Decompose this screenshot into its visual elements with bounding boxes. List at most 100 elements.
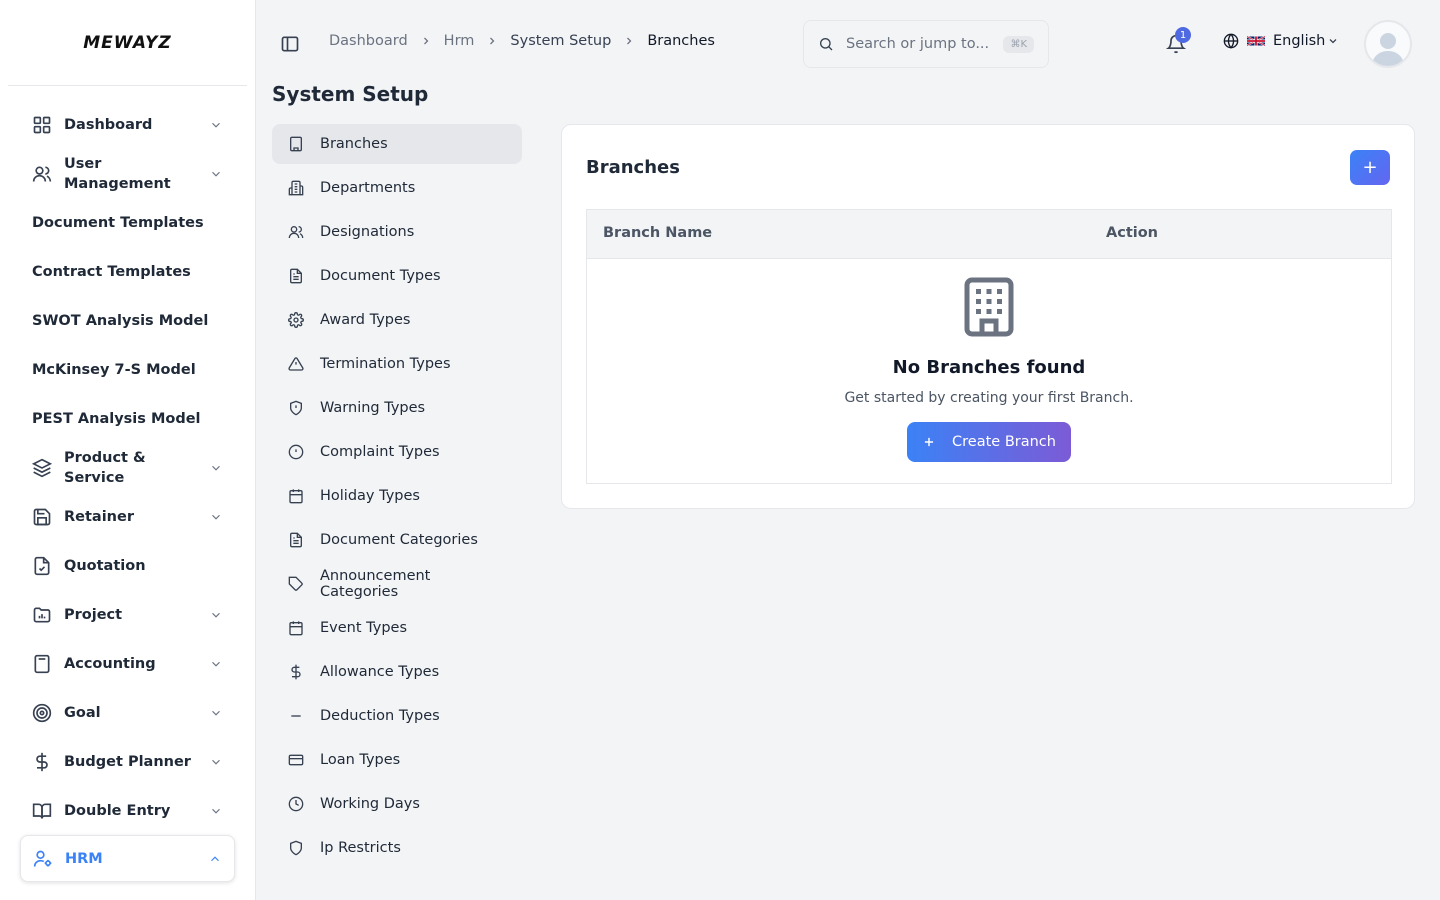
sidebar-item-document-templates[interactable]: Document Templates: [20, 198, 235, 247]
submenu-item-departments[interactable]: Departments: [272, 168, 522, 208]
submenu-item-branches[interactable]: Branches: [272, 124, 522, 164]
sidebar-item-quotation[interactable]: Quotation: [20, 541, 235, 590]
sidebar-nav: Dashboard User Management Document Templ…: [20, 100, 235, 882]
notifications-button[interactable]: 1: [1152, 20, 1200, 68]
submenu-label: Departments: [320, 180, 416, 196]
chevron-down-icon: [212, 465, 220, 471]
submenu-item-document-categories[interactable]: Document Categories: [272, 520, 522, 560]
building-icon: [587, 277, 1391, 337]
chevron-down-icon: [212, 710, 220, 716]
sidebar-toggle-icon[interactable]: [280, 34, 300, 54]
chevron-right-icon: [627, 37, 632, 45]
breadcrumb: Dashboard Hrm System Setup Branches: [329, 33, 715, 49]
chevron-right-icon: [490, 37, 495, 45]
sidebar-item-label: HRM: [65, 850, 103, 867]
sidebar-item-double-entry[interactable]: Double Entry: [20, 786, 235, 835]
submenu-item-termination-types[interactable]: Termination Types: [272, 344, 522, 384]
breadcrumb-dashboard[interactable]: Dashboard: [329, 33, 408, 49]
sidebar-item-user-management[interactable]: User Management: [20, 149, 235, 198]
sidebar-item-mckinsey[interactable]: McKinsey 7-S Model: [20, 345, 235, 394]
breadcrumb-system-setup[interactable]: System Setup: [510, 33, 611, 49]
submenu-item-complaint-types[interactable]: Complaint Types: [272, 432, 522, 472]
file-check-icon: [32, 556, 52, 576]
avatar[interactable]: [1364, 20, 1412, 68]
warning-triangle-icon: [288, 356, 304, 372]
submenu-label: Complaint Types: [320, 444, 440, 460]
shield-icon: [288, 840, 304, 856]
submenu-label: Designations: [320, 224, 415, 240]
add-branch-button[interactable]: +: [1350, 150, 1390, 185]
target-icon: [32, 703, 52, 723]
sidebar-item-dashboard[interactable]: Dashboard: [20, 100, 235, 149]
submenu-item-announcement-categories[interactable]: Announcement Categories: [272, 564, 522, 604]
search-icon: [820, 38, 833, 51]
sidebar-item-label: Quotation: [64, 557, 146, 574]
calculator-icon: [32, 654, 52, 674]
calendar-icon: [288, 620, 304, 636]
users-icon: [32, 164, 52, 184]
top-header: Dashboard Hrm System Setup Branches Sear…: [256, 0, 1440, 86]
sidebar-item-label: Retainer: [64, 508, 134, 525]
chevron-right-icon: [423, 37, 429, 45]
submenu-item-document-types[interactable]: Document Types: [272, 256, 522, 296]
submenu-label: Ip Restricts: [320, 840, 401, 856]
shield-alert-icon: [288, 400, 304, 416]
language-selector[interactable]: English: [1223, 33, 1339, 49]
sidebar-item-product-service[interactable]: Product & Service: [20, 443, 235, 492]
card-title: Branches: [586, 157, 680, 178]
submenu-item-ip-restricts[interactable]: Ip Restricts: [272, 828, 522, 868]
submenu-item-warning-types[interactable]: Warning Types: [272, 388, 522, 428]
sidebar-item-label: Product & Service: [64, 449, 146, 486]
create-branch-label: Create Branch: [952, 434, 1056, 450]
breadcrumb-hrm[interactable]: Hrm: [444, 33, 475, 49]
sidebar-item-label: Project: [64, 606, 123, 623]
dollar-icon: [32, 752, 52, 772]
layers-icon: [32, 458, 52, 478]
sidebar-item-hrm[interactable]: HRM: [20, 835, 235, 882]
tag-icon: [288, 576, 304, 592]
notification-badge: 1: [1175, 27, 1191, 43]
language-label: English: [1273, 33, 1326, 49]
submenu-item-event-types[interactable]: Event Types: [272, 608, 522, 648]
sidebar-item-goal[interactable]: Goal: [20, 688, 235, 737]
submenu-item-holiday-types[interactable]: Holiday Types: [272, 476, 522, 516]
submenu-item-allowance-types[interactable]: Allowance Types: [272, 652, 522, 692]
plus-icon: [924, 437, 934, 447]
column-header-branch-name: Branch Name: [603, 225, 713, 241]
submenu-label: Document Types: [320, 268, 441, 284]
submenu-item-working-days[interactable]: Working Days: [272, 784, 522, 824]
submenu-item-award-types[interactable]: Award Types: [272, 300, 522, 340]
search-shortcut: ⌘K: [1003, 35, 1034, 53]
chevron-down-icon: [212, 661, 220, 667]
save-icon: [32, 507, 52, 527]
chevron-down-icon: [212, 514, 220, 520]
submenu-label: Warning Types: [320, 400, 426, 416]
submenu-item-loan-types[interactable]: Loan Types: [272, 740, 522, 780]
credit-card-icon: [288, 752, 304, 768]
sidebar-item-pest[interactable]: PEST Analysis Model: [20, 394, 235, 443]
search-input[interactable]: Search or jump to... ⌘K: [803, 20, 1049, 68]
sidebar-item-swot[interactable]: SWOT Analysis Model: [20, 296, 235, 345]
globe-icon: [1223, 33, 1239, 49]
sidebar-item-contract-templates[interactable]: Contract Templates: [20, 247, 235, 296]
submenu-item-deduction-types[interactable]: Deduction Types: [272, 696, 522, 736]
sidebar-item-label: Accounting: [64, 655, 156, 672]
sidebar-item-label: PEST Analysis Model: [32, 410, 201, 427]
file-text-icon: [288, 532, 304, 548]
submenu-item-designations[interactable]: Designations: [272, 212, 522, 252]
sidebar-item-label: Goal: [64, 704, 101, 721]
sidebar-item-project[interactable]: Project: [20, 590, 235, 639]
building-icon: [288, 136, 304, 152]
brand-logo[interactable]: MEWAYZ: [83, 33, 172, 53]
submenu-label: Deduction Types: [320, 708, 440, 724]
create-branch-button[interactable]: Create Branch: [907, 422, 1071, 462]
sidebar-item-budget-planner[interactable]: Budget Planner: [20, 737, 235, 786]
book-icon: [32, 801, 52, 821]
submenu-label: Award Types: [320, 312, 411, 328]
sidebar-item-label: Dashboard: [64, 116, 153, 133]
gear-icon: [288, 312, 304, 328]
user-avatar-icon: [1372, 33, 1404, 66]
submenu-label: Event Types: [320, 620, 408, 636]
sidebar-item-accounting[interactable]: Accounting: [20, 639, 235, 688]
sidebar-item-retainer[interactable]: Retainer: [20, 492, 235, 541]
